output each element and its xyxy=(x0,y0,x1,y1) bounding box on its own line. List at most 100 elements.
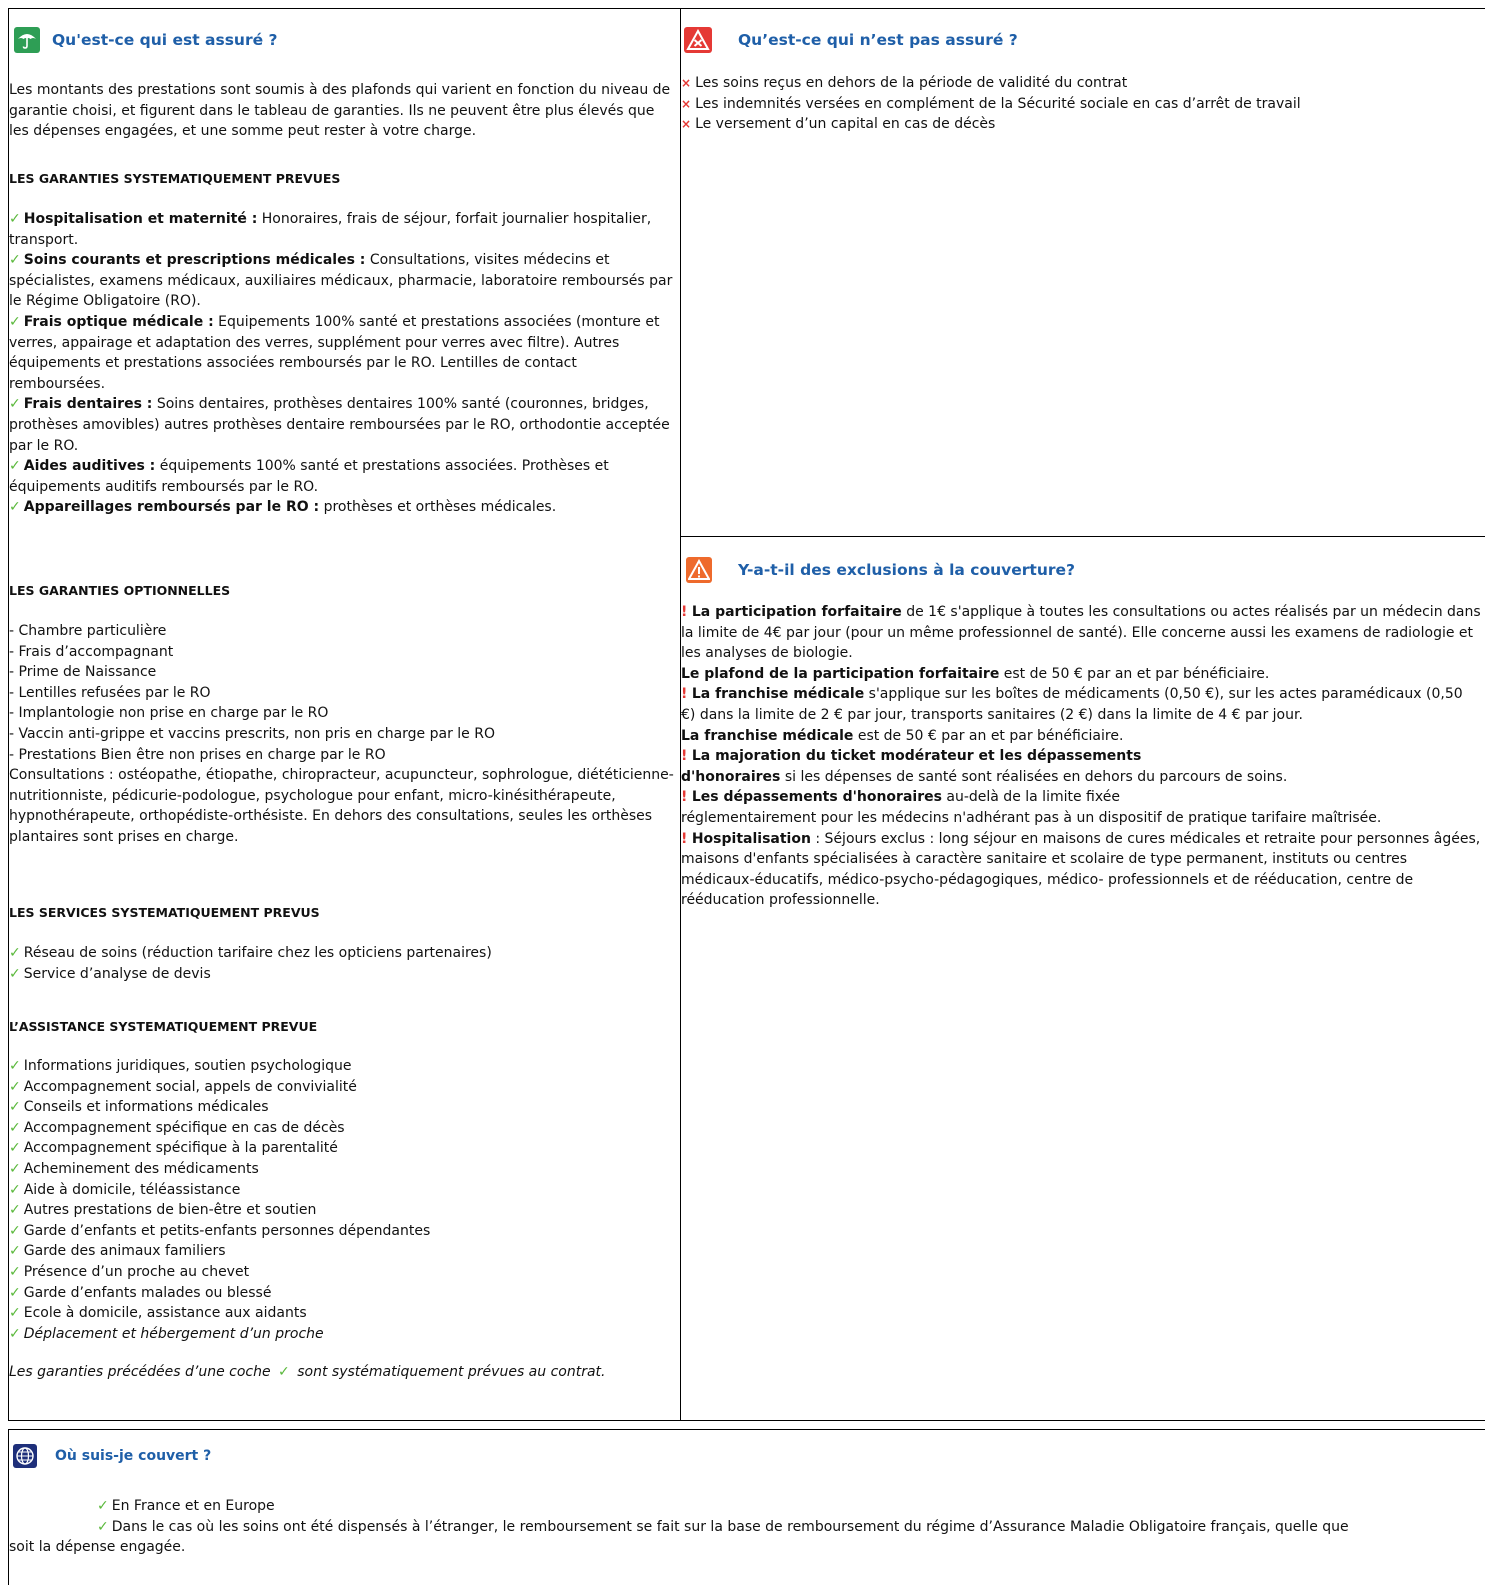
assistance-item: ✓ Présence d’un proche au chevet xyxy=(9,1262,674,1283)
exclusion-6-title: Les dépassements d'honoraires xyxy=(691,789,942,806)
footnote: Les garanties précédées d’une coche ✓ so… xyxy=(9,1362,667,1383)
optional-list: - Chambre particulière - Frais d’accompag… xyxy=(9,621,674,848)
couvert-header: Où suis-je couvert ? xyxy=(13,1444,211,1468)
assistance-item: ✓ Garde d’enfants et petits-enfants perso… xyxy=(9,1221,674,1242)
check-icon: ✓ xyxy=(9,1305,21,1322)
assistance-item-text: Déplacement et hébergement d’un proche xyxy=(23,1325,324,1342)
cross-icon: × xyxy=(681,96,692,111)
check-icon: ✓ xyxy=(9,211,21,227)
couvert-section: Où suis-je couvert ? ✓ En France et en Eu… xyxy=(8,1429,1485,1585)
umbrella-icon xyxy=(14,27,40,53)
assistance-item: ✓ Accompagnement spécifique en cas de déc… xyxy=(9,1118,674,1139)
check-icon: ✓ xyxy=(9,1243,21,1260)
assistance-item: ✓ Accompagnement social, appels de conviv… xyxy=(9,1077,674,1098)
couvert-item-2a: Dans le cas où les soins ont été dispens… xyxy=(111,1518,1349,1535)
optional-item: - Frais d’accompagnant xyxy=(9,643,174,660)
guarantee-item: ✓ Aides auditives : équipements 100% sant… xyxy=(9,456,674,497)
assure-title: Qu'est-ce qui est assuré ? xyxy=(52,31,278,49)
exclusion-2-title: Le plafond de la participation forfaitai… xyxy=(681,665,1000,682)
cross-warning-icon xyxy=(684,27,712,53)
check-icon: ✓ xyxy=(9,1058,21,1074)
check-icon: ✓ xyxy=(97,1498,109,1514)
bang-mark: ! xyxy=(681,604,688,620)
cross-icon: × xyxy=(681,76,692,90)
check-icon: ✓ xyxy=(9,1160,21,1177)
assistance-item-text: Garde d’enfants et petits-enfants person… xyxy=(23,1222,431,1239)
assure-intro: Les montants des prestations sont soumis… xyxy=(9,82,671,140)
assistance-item: ✓ Garde des animaux familiers xyxy=(9,1241,674,1262)
check-icon: ✓ xyxy=(9,965,21,982)
check-icon: ✓ xyxy=(9,499,21,516)
non-assure-item: × Le versement d’un capital en cas de déc… xyxy=(681,114,1471,135)
bang-mark: ! xyxy=(681,686,688,703)
couvert-item-2b: soit la dépense engagée. xyxy=(9,1539,186,1556)
assistance-item-text: Aide à domicile, téléassistance xyxy=(23,1181,241,1198)
section-divider xyxy=(681,536,1485,537)
exclusion-6-text-2: réglementairement pour les médecins n'ad… xyxy=(681,809,1382,826)
systematic-list: ✓ Hospitalisation et maternité : Honorair… xyxy=(9,209,674,518)
guarantee-title: Aides auditives : xyxy=(23,458,156,475)
check-icon: ✓ xyxy=(9,1078,21,1095)
check-icon: ✓ xyxy=(9,1202,21,1219)
assure-header: Qu'est-ce qui est assuré ? xyxy=(14,27,278,53)
check-icon: ✓ xyxy=(9,1099,21,1116)
assistance-item-text: Accompagnement social, appels de convivi… xyxy=(23,1078,357,1095)
check-icon: ✓ xyxy=(9,252,21,269)
exclusions-text: ! La participation forfaitaire de 1€ s'a… xyxy=(681,602,1481,911)
assure-section: Qu'est-ce qui est assuré ? Les montants … xyxy=(9,9,681,1420)
check-icon: ✓ xyxy=(9,396,21,413)
check-icon: ✓ xyxy=(9,945,21,961)
warning-triangle-icon xyxy=(686,557,712,583)
check-icon: ✓ xyxy=(9,1222,21,1239)
exclusion-5-title-a: La majoration du ticket modérateur et le… xyxy=(691,748,1142,765)
check-icon: ✓ xyxy=(9,458,21,475)
assistance-item-text: Informations juridiques, soutien psychol… xyxy=(23,1058,352,1074)
check-icon: ✓ xyxy=(9,1140,21,1157)
bang-mark: ! xyxy=(681,748,688,765)
check-icon: ✓ xyxy=(9,1119,21,1136)
bang-mark: ! xyxy=(681,789,688,806)
cross-icon: × xyxy=(681,117,692,132)
assistance-item: ✓ Ecole à domicile, assistance aux aidant… xyxy=(9,1303,674,1324)
assistance-item: ✓ Informations juridiques, soutien psycho… xyxy=(9,1056,674,1077)
guarantee-title: Soins courants et prescriptions médicale… xyxy=(23,252,366,269)
couvert-item-1: En France et en Europe xyxy=(111,1498,275,1514)
assistance-item-text: Garde des animaux familiers xyxy=(23,1243,226,1260)
check-icon: ✓ xyxy=(9,313,21,330)
guarantee-item: ✓ Frais optique médicale : Equipements 10… xyxy=(9,312,674,394)
assistance-heading: L’ASSISTANCE SYSTEMATIQUEMENT PREVUE xyxy=(9,1019,318,1034)
check-icon: ✓ xyxy=(9,1181,21,1198)
guarantee-item: ✓ Hospitalisation et maternité : Honorair… xyxy=(9,209,674,250)
guarantee-title: Frais optique médicale : xyxy=(23,313,214,330)
exclusion-4-title: La franchise médicale xyxy=(681,727,854,744)
optional-heading: LES GARANTIES OPTIONNELLES xyxy=(9,583,231,598)
assistance-item: ✓ Conseils et informations médicales xyxy=(9,1097,674,1118)
non-assure-title: Qu’est-ce qui n’est pas assuré ? xyxy=(738,31,1018,49)
assistance-item-text: Garde d’enfants malades ou blessé xyxy=(23,1284,272,1301)
non-assure-text: Les soins reçus en dehors de la période … xyxy=(695,75,1128,91)
exclusion-3-title: La franchise médicale xyxy=(691,686,865,703)
non-assure-text: Les indemnités versées en complément de … xyxy=(695,95,1301,112)
non-assure-item: × Les soins reçus en dehors de la période… xyxy=(681,73,1471,94)
non-assure-header: Qu’est-ce qui n’est pas assuré ? xyxy=(684,27,1018,53)
guarantee-text: prothèses et orthèses médicales. xyxy=(319,499,557,516)
bang-mark: ! xyxy=(681,830,688,847)
assistance-list: ✓ Informations juridiques, soutien psycho… xyxy=(9,1056,674,1344)
check-icon: ✓ xyxy=(97,1518,109,1535)
assistance-item: ✓ Autres prestations de bien-être et sout… xyxy=(9,1200,674,1221)
guarantee-item: ✓ Frais dentaires : Soins dentaires, prot… xyxy=(9,394,674,456)
assistance-item-text: Ecole à domicile, assistance aux aidants xyxy=(23,1305,307,1322)
exclusions-title: Y-a-t-il des exclusions à la couverture? xyxy=(738,561,1076,579)
service-item: ✓ Service d’analyse de devis xyxy=(9,964,674,985)
couvert-text: ✓ En France et en Europe ✓ Dans le cas où … xyxy=(9,1496,1479,1558)
non-assure-item: × Les indemnités versées en complément de… xyxy=(681,94,1471,115)
main-frame: Qu'est-ce qui est assuré ? Les montants … xyxy=(8,8,1485,1421)
check-icon: ✓ xyxy=(9,1284,21,1301)
services-heading: LES SERVICES SYSTEMATIQUEMENT PREVUS xyxy=(9,905,320,920)
assistance-item: ✓ Accompagnement spécifique à la parental… xyxy=(9,1138,674,1159)
assistance-item-text: Accompagnement spécifique à la parentali… xyxy=(23,1140,338,1157)
footnote-check-icon: ✓ xyxy=(278,1364,290,1380)
services-list: ✓ Réseau de soins (réduction tarifaire ch… xyxy=(9,943,674,984)
footnote-part-a: Les garanties précédées d’une coche xyxy=(9,1364,271,1380)
exclusion-5-title-b: d'honoraires xyxy=(681,768,781,785)
